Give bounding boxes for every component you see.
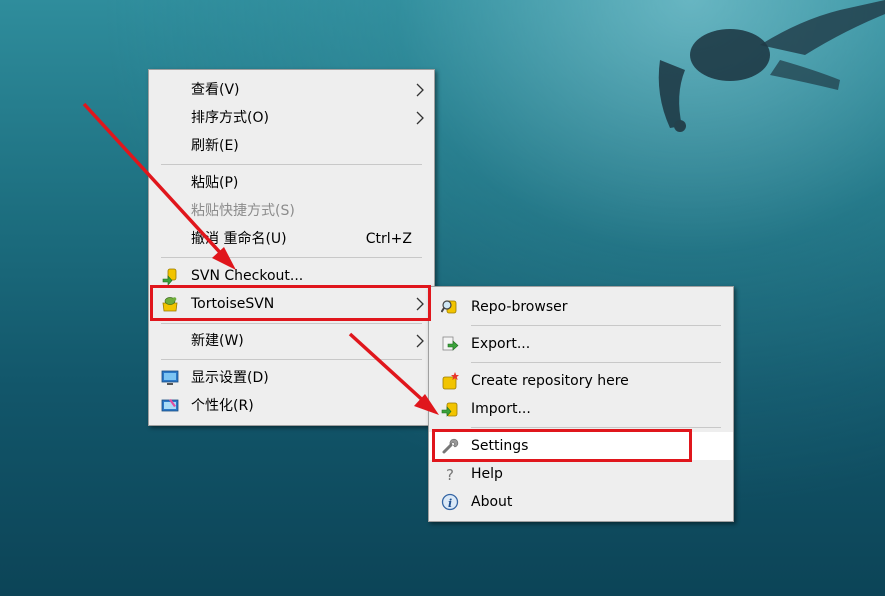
menu-item-undo-rename[interactable]: 撤消 重命名(U) Ctrl+Z bbox=[149, 225, 434, 253]
tortoisesvn-submenu: Repo-browser Export... Create repository… bbox=[428, 286, 734, 522]
svg-text:i: i bbox=[448, 497, 452, 510]
menu-item-export[interactable]: Export... bbox=[429, 330, 733, 358]
export-icon bbox=[442, 336, 459, 351]
menu-item-label: Create repository here bbox=[471, 373, 629, 389]
menu-item-new[interactable]: 新建(W) bbox=[149, 327, 434, 355]
menu-item-label: SVN Checkout... bbox=[191, 268, 304, 284]
info-icon: i bbox=[441, 493, 459, 511]
menu-item-label: 查看(V) bbox=[191, 82, 240, 98]
menu-item-sort[interactable]: 排序方式(O) bbox=[149, 104, 434, 132]
menu-item-label: 显示设置(D) bbox=[191, 370, 269, 386]
menu-item-label: 刷新(E) bbox=[191, 138, 239, 154]
menu-item-personalize[interactable]: 个性化(R) bbox=[149, 392, 434, 420]
chevron-right-icon bbox=[416, 111, 424, 125]
import-icon bbox=[441, 402, 458, 417]
menu-item-settings[interactable]: Settings bbox=[429, 432, 733, 460]
menu-item-repo-browser[interactable]: Repo-browser bbox=[429, 293, 733, 321]
menu-item-label: About bbox=[471, 494, 513, 510]
desktop-context-menu: 查看(V) 排序方式(O) 刷新(E) 粘贴(P) 粘贴快捷方式(S) 撤消 重… bbox=[148, 69, 435, 426]
menu-item-help[interactable]: ? Help bbox=[429, 460, 733, 488]
chevron-right-icon bbox=[416, 334, 424, 348]
menu-separator bbox=[471, 362, 721, 363]
menu-item-create-repository[interactable]: Create repository here bbox=[429, 367, 733, 395]
repo-browser-icon bbox=[441, 300, 457, 314]
menu-item-label: Help bbox=[471, 466, 503, 482]
chevron-right-icon bbox=[416, 297, 424, 311]
menu-item-display-settings[interactable]: 显示设置(D) bbox=[149, 364, 434, 392]
menu-item-paste[interactable]: 粘贴(P) bbox=[149, 169, 434, 197]
menu-item-label: Export... bbox=[471, 336, 531, 352]
menu-item-view[interactable]: 查看(V) bbox=[149, 76, 434, 104]
menu-separator bbox=[161, 359, 422, 360]
svg-text:?: ? bbox=[446, 466, 454, 483]
svn-checkout-icon bbox=[162, 268, 177, 285]
menu-item-label: 排序方式(O) bbox=[191, 110, 269, 126]
desktop[interactable]: { "context_menu": { "items": [ {"label":… bbox=[0, 0, 885, 596]
wrench-icon bbox=[442, 438, 459, 454]
help-icon: ? bbox=[446, 466, 454, 483]
menu-item-paste-shortcut[interactable]: 粘贴快捷方式(S) bbox=[149, 197, 434, 225]
menu-item-label: 个性化(R) bbox=[191, 398, 254, 414]
menu-separator bbox=[161, 257, 422, 258]
menu-item-label: Repo-browser bbox=[471, 299, 568, 315]
menu-separator bbox=[161, 323, 422, 324]
menu-item-about[interactable]: i About bbox=[429, 488, 733, 516]
chevron-right-icon bbox=[416, 83, 424, 97]
menu-item-label: TortoiseSVN bbox=[191, 296, 275, 312]
create-repository-icon bbox=[442, 372, 459, 390]
menu-item-svn-checkout[interactable]: SVN Checkout... bbox=[149, 262, 434, 290]
menu-item-label: 粘贴快捷方式(S) bbox=[191, 203, 295, 219]
menu-item-label: 撤消 重命名(U) bbox=[191, 231, 287, 247]
menu-item-label: Settings bbox=[471, 438, 529, 454]
menu-item-label: Import... bbox=[471, 401, 531, 417]
menu-item-label: 新建(W) bbox=[191, 333, 244, 349]
menu-separator bbox=[471, 427, 721, 428]
menu-item-import[interactable]: Import... bbox=[429, 395, 733, 423]
tortoisesvn-icon bbox=[162, 297, 178, 312]
menu-separator bbox=[471, 325, 721, 326]
menu-item-shortcut: Ctrl+Z bbox=[365, 231, 412, 247]
menu-item-label: 粘贴(P) bbox=[191, 175, 239, 191]
swimmer-image bbox=[658, 0, 885, 132]
menu-separator bbox=[161, 164, 422, 165]
display-settings-icon bbox=[161, 370, 179, 385]
menu-item-tortoisesvn[interactable]: TortoiseSVN bbox=[149, 290, 434, 318]
personalize-icon bbox=[161, 399, 179, 412]
menu-item-refresh[interactable]: 刷新(E) bbox=[149, 132, 434, 160]
